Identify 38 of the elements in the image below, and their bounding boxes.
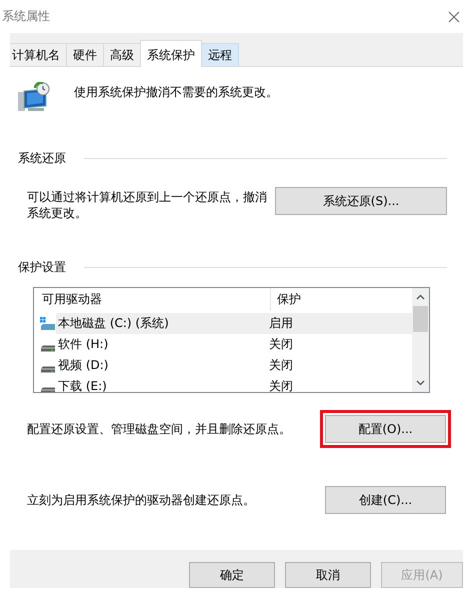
close-icon[interactable] <box>448 10 460 22</box>
scroll-thumb[interactable] <box>413 306 428 332</box>
group-title: 系统还原 <box>18 150 66 167</box>
drive-icon <box>40 366 56 372</box>
description-text: 使用系统保护撤消不需要的系统更改。 <box>74 84 278 101</box>
group-title: 保护设置 <box>18 259 66 276</box>
drive-icon <box>40 344 56 352</box>
drive-name: 本地磁盘 (C:) (系统) <box>58 315 170 332</box>
drive-name: 下载 (E:) <box>58 378 108 392</box>
column-header[interactable]: 保护 <box>271 291 301 308</box>
tab[interactable]: 远程 <box>201 43 239 66</box>
drive-row[interactable]: 视频 (D:) 关闭 <box>56 355 412 376</box>
drive-icon <box>40 386 56 392</box>
scrollbar[interactable] <box>412 288 429 392</box>
create-button[interactable]: 创建(C)... <box>325 486 446 514</box>
protection-status: 关闭 <box>268 336 293 353</box>
scroll-up-icon[interactable] <box>416 294 425 300</box>
footer-button[interactable]: 取消 <box>285 562 371 588</box>
description-text: 立刻为启用系统保护的驱动器创建还原点。 <box>27 492 255 508</box>
description-text: 配置还原设置、管理磁盘空间，并且删除还原点。 <box>27 420 291 438</box>
configure-button[interactable]: 配置(O)... <box>325 415 446 443</box>
protection-status: 关闭 <box>268 357 293 374</box>
column-header[interactable]: 可用驱动器 <box>34 288 271 311</box>
footer-button[interactable]: 确定 <box>189 562 275 588</box>
system-drive-icon <box>40 316 56 330</box>
window-title: 系统属性 <box>1 8 50 25</box>
drive-name: 视频 (D:) <box>58 357 110 374</box>
drive-name: 软件 (H:) <box>58 336 110 353</box>
system-restore-button[interactable]: 系统还原(S)... <box>275 187 447 215</box>
protection-status: 启用 <box>268 315 293 332</box>
computer-restore-icon <box>18 82 52 112</box>
description-text: 可以通过将计算机还原到上一个还原点，撤消系统更改。 <box>27 189 268 221</box>
drive-row[interactable]: 下载 (E:) 关闭 <box>56 376 412 392</box>
drive-row[interactable]: 本地磁盘 (C:) (系统) 启用 <box>56 313 412 334</box>
drive-row[interactable]: 软件 (H:) 关闭 <box>56 334 412 355</box>
protection-status: 关闭 <box>268 378 293 392</box>
scroll-down-icon[interactable] <box>416 380 425 386</box>
tab[interactable]: 系统保护 <box>140 40 202 67</box>
